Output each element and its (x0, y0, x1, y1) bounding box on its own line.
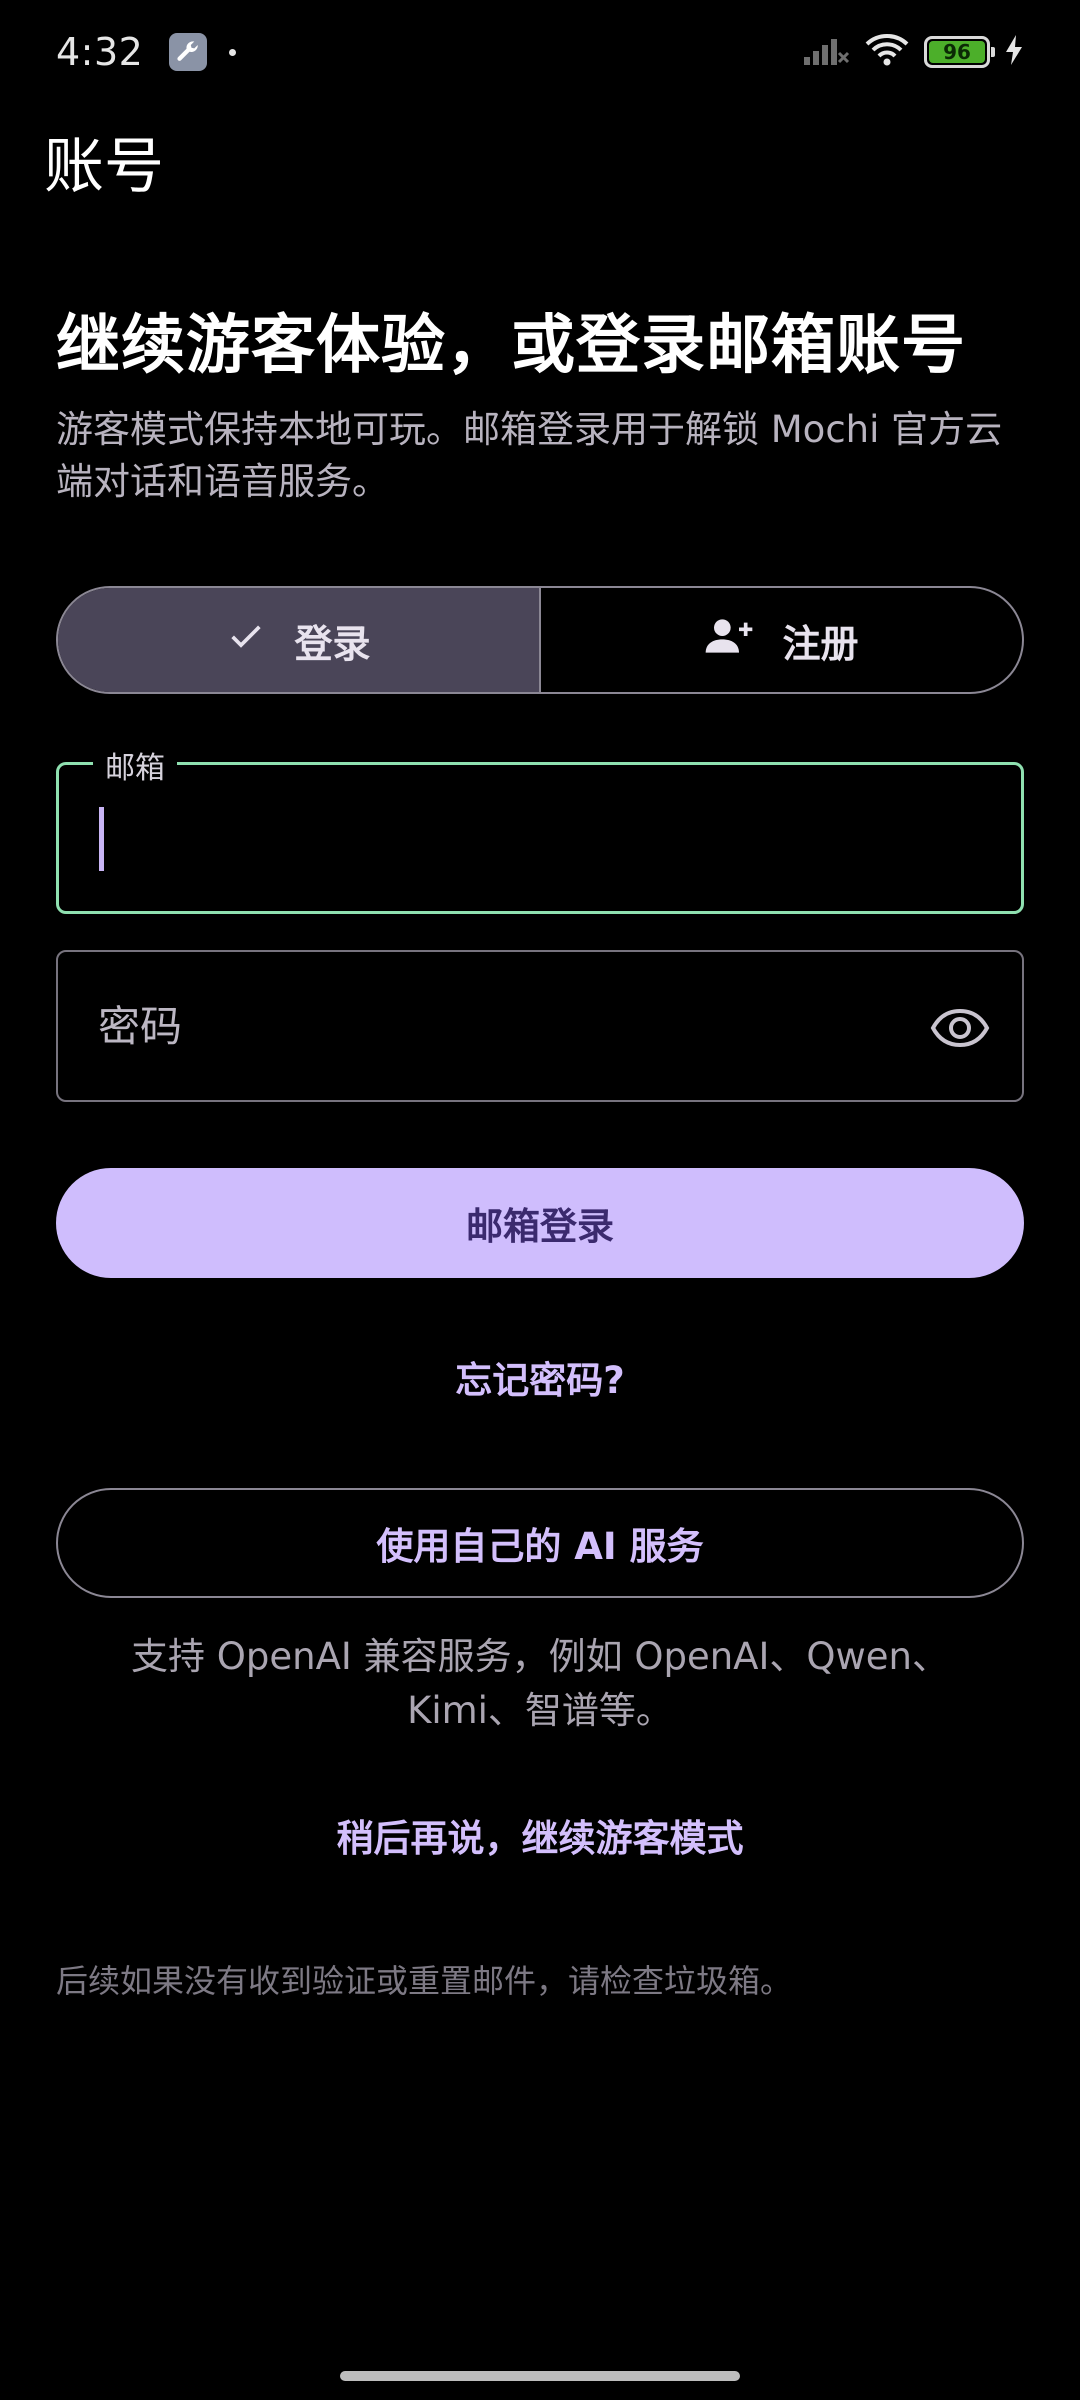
password-field[interactable] (56, 950, 1024, 1102)
password-input[interactable] (98, 952, 918, 1100)
status-bar: 4:32 96 (0, 0, 1080, 104)
battery-level: 96 (929, 40, 985, 64)
tab-register-label: 注册 (782, 621, 859, 666)
show-password-eye-icon[interactable] (928, 996, 992, 1060)
tab-login[interactable]: 登录 (58, 588, 539, 692)
auth-mode-toggle: 登录 注册 (56, 586, 1024, 694)
spam-folder-hint: 后续如果没有收到验证或重置邮件，请检查垃圾箱。 (56, 1962, 793, 2000)
battery-icon: 96 (924, 36, 995, 68)
status-icons: 96 (802, 33, 1024, 71)
account-screen: 4:32 96 账号 继续游客体验，或登录邮箱账号 游客模式保持本地可玩。邮箱登… (0, 0, 1080, 2400)
forgot-password-link[interactable]: 忘记密码? (0, 1350, 1080, 1404)
email-input[interactable] (99, 765, 919, 911)
wrench-icon (169, 33, 208, 71)
ai-service-support-text: 支持 OpenAI 兼容服务，例如 OpenAI、Qwen、Kimi、智谱等。 (131, 1635, 949, 1732)
app-bar-title: 账号 (44, 132, 164, 202)
email-login-button[interactable]: 邮箱登录 (56, 1168, 1024, 1278)
email-field[interactable]: 邮箱 (56, 743, 1024, 914)
tab-register[interactable]: 注册 (539, 588, 1022, 692)
continue-guest-link[interactable]: 稍后再说，继续游客模式 (0, 1808, 1080, 1862)
wifi-icon (864, 33, 910, 71)
page-headline: 继续游客体验，或登录邮箱账号 (56, 309, 966, 383)
home-indicator[interactable] (340, 2371, 740, 2381)
status-time: 4:32 (56, 30, 144, 74)
notification-dot (229, 48, 237, 56)
charging-icon (1004, 34, 1024, 70)
signal-icon (802, 33, 850, 71)
own-ai-service-button[interactable]: 使用自己的 AI 服务 (56, 1488, 1024, 1598)
page-subtitle: 游客模式保持本地可玩。邮箱登录用于解锁 Mochi 官方云端对话和语音服务。 (56, 408, 1003, 503)
tab-login-label: 登录 (294, 621, 371, 666)
check-icon (226, 616, 266, 665)
add-person-icon (704, 616, 754, 665)
